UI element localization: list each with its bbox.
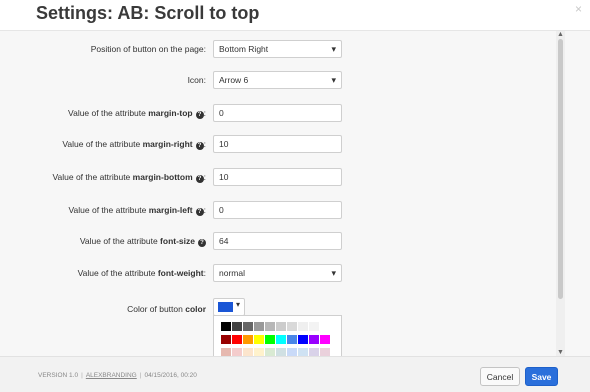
- palette-color-cell[interactable]: [309, 322, 319, 331]
- margin-bottom-label: Value of the attribute margin-bottom?:: [52, 172, 206, 183]
- color-label: Color of button color: [127, 304, 206, 314]
- margin-left-input[interactable]: 0: [213, 201, 342, 219]
- icon-select[interactable]: Arrow 6: [213, 71, 342, 89]
- position-row: Position of button on the page: Bottom R…: [0, 40, 560, 62]
- scroll-thumb[interactable]: [558, 39, 563, 299]
- margin-right-input[interactable]: 10: [213, 135, 342, 153]
- settings-form: Position of button on the page: Bottom R…: [0, 31, 590, 356]
- palette-color-cell[interactable]: [298, 322, 308, 331]
- margin-left-label: Value of the attribute margin-left?:: [68, 205, 206, 216]
- palette-color-cell[interactable]: [276, 335, 286, 344]
- palette-color-cell[interactable]: [254, 322, 264, 331]
- help-icon[interactable]: ?: [195, 208, 204, 216]
- chevron-down-icon: ▾: [236, 300, 241, 309]
- help-icon[interactable]: ?: [195, 175, 204, 183]
- color-picker-button[interactable]: ▾: [213, 298, 245, 316]
- palette-color-cell[interactable]: [265, 322, 275, 331]
- font-weight-label: Value of the attribute font-weight:: [77, 268, 206, 278]
- palette-color-cell[interactable]: [265, 335, 275, 344]
- margin-top-row: Value of the attribute margin-top?: 0: [0, 104, 560, 126]
- scroll-down-icon[interactable]: ▼: [557, 349, 564, 356]
- palette-row: [221, 335, 331, 344]
- save-button[interactable]: Save: [525, 367, 558, 386]
- dialog-footer: VERSION 1.0 | ALEXBRANDING | 04/15/2016, 00:…: [0, 356, 590, 392]
- position-select[interactable]: Bottom Right: [213, 40, 342, 58]
- help-icon[interactable]: ?: [195, 142, 204, 150]
- palette-color-cell[interactable]: [309, 335, 319, 344]
- palette-color-cell[interactable]: [276, 322, 286, 331]
- palette-color-cell[interactable]: [287, 335, 297, 344]
- palette-color-cell[interactable]: [243, 335, 253, 344]
- palette-color-cell[interactable]: [232, 322, 242, 331]
- help-icon[interactable]: ?: [195, 111, 204, 119]
- help-icon[interactable]: ?: [198, 239, 206, 247]
- margin-bottom-input[interactable]: 10: [213, 168, 342, 186]
- font-size-input[interactable]: 64: [213, 232, 342, 250]
- vendor-link[interactable]: ALEXBRANDING: [86, 372, 137, 379]
- dialog-header: Settings: AB: Scroll to top ×: [0, 0, 590, 31]
- margin-bottom-row: Value of the attribute margin-bottom?: 1…: [0, 168, 560, 190]
- color-palette: [213, 315, 342, 357]
- palette-color-cell[interactable]: [320, 322, 330, 331]
- palette-color-cell[interactable]: [221, 335, 231, 344]
- margin-top-input[interactable]: 0: [213, 104, 342, 122]
- palette-color-cell[interactable]: [232, 335, 242, 344]
- font-weight-select[interactable]: normal: [213, 264, 342, 282]
- margin-top-label: Value of the attribute margin-top?:: [68, 108, 206, 119]
- palette-color-cell[interactable]: [243, 322, 253, 331]
- palette-row: [221, 322, 331, 331]
- settings-dialog: Settings: AB: Scroll to top × Position o…: [0, 0, 590, 392]
- margin-right-row: Value of the attribute margin-right?: 10: [0, 135, 560, 157]
- font-weight-row: Value of the attribute font-weight: norm…: [0, 264, 560, 286]
- position-label: Position of button on the page:: [90, 44, 206, 54]
- close-icon[interactable]: ×: [575, 2, 582, 16]
- icon-label: Icon:: [187, 75, 206, 85]
- margin-right-label: Value of the attribute margin-right?:: [62, 139, 206, 150]
- palette-color-cell[interactable]: [221, 322, 231, 331]
- palette-color-cell[interactable]: [298, 335, 308, 344]
- palette-color-cell[interactable]: [320, 335, 330, 344]
- palette-color-cell[interactable]: [254, 335, 264, 344]
- font-size-row: Value of the attribute font-size? 64: [0, 232, 560, 254]
- cancel-button[interactable]: Cancel: [480, 367, 520, 386]
- color-swatch: [218, 302, 233, 312]
- version-info: VERSION 1.0 | ALEXBRANDING | 04/15/2016, 00:…: [38, 372, 197, 379]
- scrollbar[interactable]: ▲ ▼: [556, 31, 565, 356]
- palette-color-cell[interactable]: [287, 322, 297, 331]
- font-size-label: Value of the attribute font-size?: [80, 236, 206, 247]
- margin-left-row: Value of the attribute margin-left?: 0: [0, 201, 560, 223]
- dialog-title: Settings: AB: Scroll to top: [36, 3, 260, 23]
- scroll-up-icon[interactable]: ▲: [557, 31, 564, 38]
- icon-row: Icon: Arrow 6: [0, 71, 560, 93]
